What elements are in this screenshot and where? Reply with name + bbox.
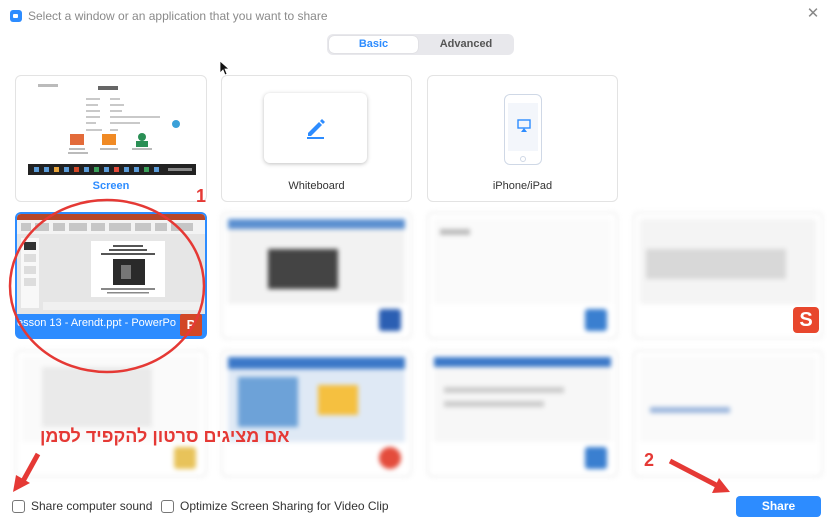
window-title: Select a window or an application that y… <box>28 9 328 23</box>
blurred-window-card[interactable] <box>427 350 618 477</box>
chrome-app-icon <box>379 447 401 469</box>
blurred-window-thumbnail <box>640 357 816 442</box>
whiteboard-preview <box>264 93 367 163</box>
optimize-video-clip-label[interactable]: Optimize Screen Sharing for Video Clip <box>180 499 389 513</box>
powerpoint-window-label: esson 13 - Arendt.ppt - PowerPo... <box>17 317 177 329</box>
blurred-window-thumbnail <box>434 357 611 442</box>
phone-home-button <box>520 156 526 162</box>
desktop-thumbnail <box>28 80 196 177</box>
share-button[interactable]: Share <box>736 496 821 517</box>
snagit-icon: S <box>793 307 819 333</box>
blurred-window-thumbnail <box>434 219 611 304</box>
app-icon <box>585 447 607 469</box>
iphone-ipad-label: iPhone/iPad <box>492 180 553 192</box>
share-options-footer: Share computer sound Optimize Screen Sha… <box>0 494 827 519</box>
annotation-number-two: 2 <box>644 450 655 470</box>
tab-advanced[interactable]: Advanced <box>420 36 512 53</box>
share-mode-tabs: Basic Advanced <box>327 34 514 55</box>
iphone-ipad-share-card[interactable]: iPhone/iPad <box>427 75 618 202</box>
share-computer-sound-label[interactable]: Share computer sound <box>31 499 152 513</box>
blurred-window-thumbnail <box>640 219 816 304</box>
close-icon[interactable]: ✕ <box>805 6 821 22</box>
blurred-window-card[interactable] <box>221 350 412 477</box>
whiteboard-label: Whiteboard <box>288 180 345 192</box>
blurred-window-thumbnail <box>228 219 405 304</box>
phone-screen <box>508 103 538 151</box>
phone-outline <box>504 94 542 165</box>
share-computer-sound-checkbox[interactable] <box>12 500 25 513</box>
airplay-icon <box>517 119 531 132</box>
blurred-window-card[interactable] <box>427 212 618 339</box>
blurred-window-card[interactable] <box>15 350 207 477</box>
optimize-video-clip-checkbox[interactable] <box>161 500 174 513</box>
title-bar: Select a window or an application that y… <box>0 0 827 32</box>
screen-label: Screen <box>92 180 130 192</box>
folder-app-icon <box>174 447 196 469</box>
app-icon <box>585 309 607 331</box>
annotation-hebrew-note: אם מציגים סרטון להקפיד לסמן <box>40 426 290 446</box>
screen-share-card[interactable]: Screen <box>15 75 207 202</box>
word-app-icon <box>379 309 401 331</box>
pencil-icon <box>307 119 325 139</box>
zoom-app-icon <box>10 10 22 22</box>
annotation-number-one: 1 <box>196 186 207 206</box>
tab-basic[interactable]: Basic <box>329 36 418 53</box>
powerpoint-thumbnail <box>17 214 205 314</box>
powerpoint-icon: P <box>180 314 202 336</box>
blurred-window-card[interactable] <box>221 212 412 339</box>
blurred-window-card[interactable] <box>633 350 823 477</box>
powerpoint-window-card[interactable]: esson 13 - Arendt.ppt - PowerPo... P <box>15 212 207 339</box>
whiteboard-share-card[interactable]: Whiteboard <box>221 75 412 202</box>
mouse-cursor-icon <box>219 60 229 76</box>
